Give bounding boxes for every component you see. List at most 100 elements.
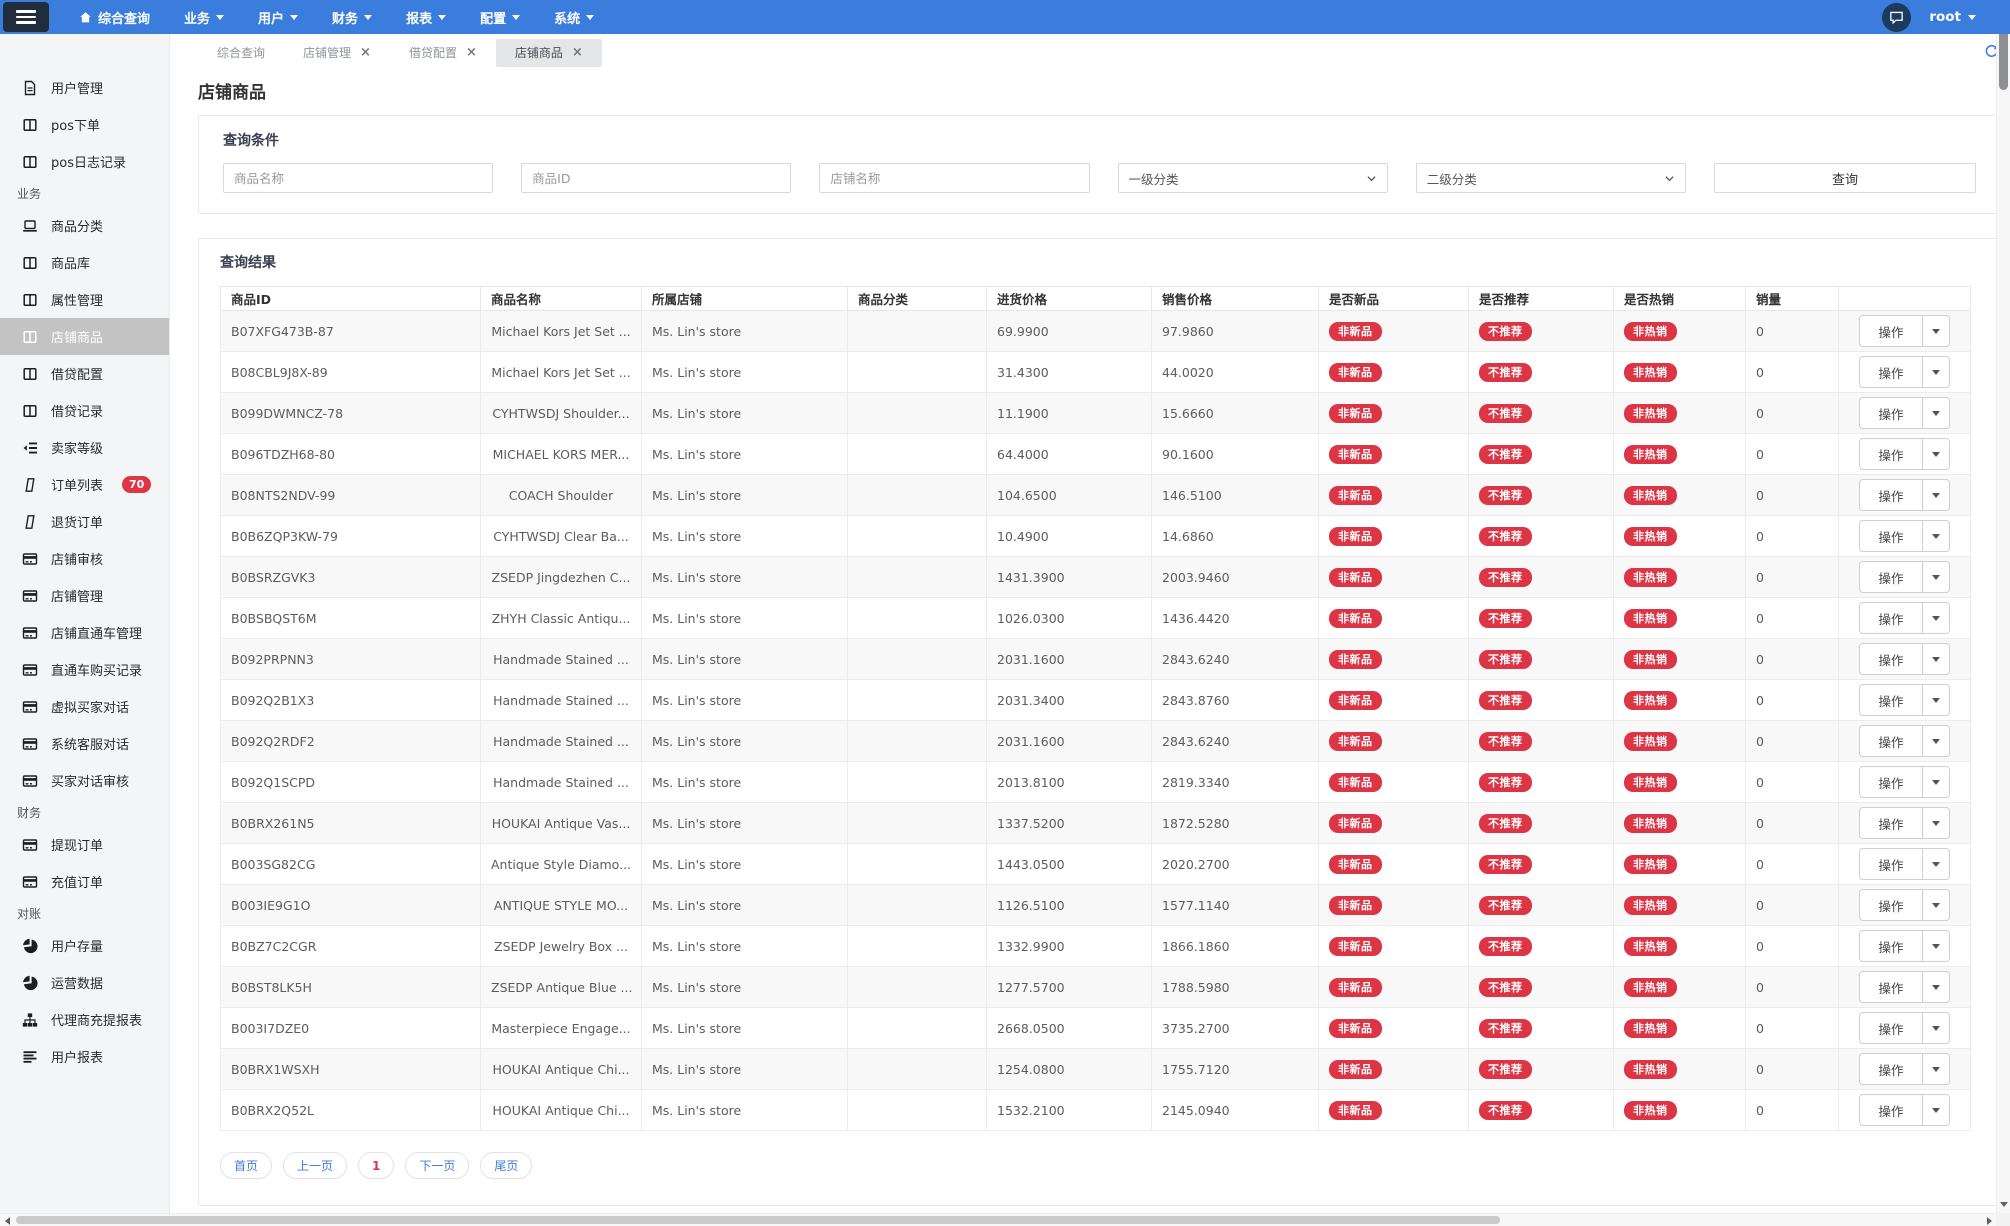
action-dropdown-toggle[interactable] <box>1922 316 1949 346</box>
action-split-button[interactable]: 操作 <box>1859 520 1950 552</box>
sidebar-item-代理商充提报表[interactable]: 代理商充提报表 <box>0 1001 169 1038</box>
sidebar-item-系统客服对话[interactable]: 系统客服对话 <box>0 725 169 762</box>
action-split-button[interactable]: 操作 <box>1859 356 1950 388</box>
action-dropdown-toggle[interactable] <box>1922 1013 1949 1043</box>
action-button-label[interactable]: 操作 <box>1860 890 1922 920</box>
close-icon[interactable]: × <box>466 46 477 59</box>
action-split-button[interactable]: 操作 <box>1859 643 1950 675</box>
action-split-button[interactable]: 操作 <box>1859 684 1950 716</box>
action-button-label[interactable]: 操作 <box>1860 316 1922 346</box>
action-button-label[interactable]: 操作 <box>1860 685 1922 715</box>
horizontal-scrollbar[interactable] <box>0 1213 1996 1226</box>
sidebar-item-提现订单[interactable]: 提现订单 <box>0 826 169 863</box>
action-split-button[interactable]: 操作 <box>1859 807 1950 839</box>
action-button-label[interactable]: 操作 <box>1860 931 1922 961</box>
nav-menu-item[interactable]: 业务 <box>184 8 224 27</box>
action-button-label[interactable]: 操作 <box>1860 726 1922 756</box>
nav-menu-item[interactable]: 综合查询 <box>79 8 150 27</box>
action-button-label[interactable]: 操作 <box>1860 767 1922 797</box>
sidebar-item-充值订单[interactable]: 充值订单 <box>0 863 169 900</box>
action-split-button[interactable]: 操作 <box>1859 602 1950 634</box>
user-menu[interactable]: root <box>1929 9 1976 25</box>
sidebar-item-商品库[interactable]: 商品库 <box>0 244 169 281</box>
action-button-label[interactable]: 操作 <box>1860 1095 1922 1125</box>
sidebar-item-商品分类[interactable]: 商品分类 <box>0 207 169 244</box>
action-dropdown-toggle[interactable] <box>1922 480 1949 510</box>
action-button-label[interactable]: 操作 <box>1860 521 1922 551</box>
action-split-button[interactable]: 操作 <box>1859 561 1950 593</box>
nav-menu-item[interactable]: 配置 <box>480 8 520 27</box>
action-dropdown-toggle[interactable] <box>1922 398 1949 428</box>
action-button-label[interactable]: 操作 <box>1860 1013 1922 1043</box>
action-button-label[interactable]: 操作 <box>1860 357 1922 387</box>
sidebar-item-订单列表[interactable]: 订单列表70 <box>0 466 169 503</box>
action-split-button[interactable]: 操作 <box>1859 315 1950 347</box>
action-dropdown-toggle[interactable] <box>1922 439 1949 469</box>
action-button-label[interactable]: 操作 <box>1860 439 1922 469</box>
action-button-label[interactable]: 操作 <box>1860 603 1922 633</box>
action-button-label[interactable]: 操作 <box>1860 644 1922 674</box>
tab-借贷配置[interactable]: 借贷配置× <box>390 39 496 67</box>
sidebar-item-属性管理[interactable]: 属性管理 <box>0 281 169 318</box>
page-button-上一页[interactable]: 上一页 <box>283 1152 347 1179</box>
action-split-button[interactable]: 操作 <box>1859 1053 1950 1085</box>
sidebar-item-pos下单[interactable]: pos下单 <box>0 106 169 143</box>
sidebar-item-店铺直通车管理[interactable]: 店铺直通车管理 <box>0 614 169 651</box>
nav-menu-item[interactable]: 财务 <box>332 8 372 27</box>
product-name-input[interactable] <box>223 163 493 193</box>
tab-店铺商品[interactable]: 店铺商品× <box>496 39 602 67</box>
sidebar-item-用户存量[interactable]: 用户存量 <box>0 927 169 964</box>
sidebar-item-虚拟买家对话[interactable]: 虚拟买家对话 <box>0 688 169 725</box>
action-dropdown-toggle[interactable] <box>1922 644 1949 674</box>
action-dropdown-toggle[interactable] <box>1922 603 1949 633</box>
action-dropdown-toggle[interactable] <box>1922 808 1949 838</box>
page-button-1[interactable]: 1 <box>358 1152 394 1179</box>
action-split-button[interactable]: 操作 <box>1859 725 1950 757</box>
nav-menu-item[interactable]: 系统 <box>554 8 594 27</box>
action-dropdown-toggle[interactable] <box>1922 685 1949 715</box>
action-dropdown-toggle[interactable] <box>1922 890 1949 920</box>
sidebar-item-店铺审核[interactable]: 店铺审核 <box>0 540 169 577</box>
sidebar-item-直通车购买记录[interactable]: 直通车购买记录 <box>0 651 169 688</box>
nav-menu-item[interactable]: 用户 <box>258 8 298 27</box>
sidebar-item-退货订单[interactable]: 退货订单 <box>0 503 169 540</box>
close-icon[interactable]: × <box>360 46 371 59</box>
action-dropdown-toggle[interactable] <box>1922 972 1949 1002</box>
action-button-label[interactable]: 操作 <box>1860 1054 1922 1084</box>
action-dropdown-toggle[interactable] <box>1922 931 1949 961</box>
sidebar-item-用户管理[interactable]: 用户管理 <box>0 69 169 106</box>
action-split-button[interactable]: 操作 <box>1859 1012 1950 1044</box>
sidebar-item-卖家等级[interactable]: 卖家等级 <box>0 429 169 466</box>
action-button-label[interactable]: 操作 <box>1860 480 1922 510</box>
scroll-right-arrow-icon[interactable] <box>1982 1214 1996 1226</box>
scroll-left-arrow-icon[interactable] <box>0 1214 14 1226</box>
level2-category-select[interactable]: 二级分类 <box>1416 163 1686 193</box>
page-button-尾页[interactable]: 尾页 <box>480 1152 532 1179</box>
action-split-button[interactable]: 操作 <box>1859 889 1950 921</box>
action-split-button[interactable]: 操作 <box>1859 479 1950 511</box>
search-button[interactable]: 查询 <box>1714 163 1976 193</box>
action-button-label[interactable]: 操作 <box>1860 972 1922 1002</box>
action-split-button[interactable]: 操作 <box>1859 971 1950 1003</box>
action-split-button[interactable]: 操作 <box>1859 1094 1950 1126</box>
tab-综合查询[interactable]: 综合查询 <box>198 39 284 67</box>
action-dropdown-toggle[interactable] <box>1922 1054 1949 1084</box>
sidebar-item-pos日志记录[interactable]: pos日志记录 <box>0 143 169 180</box>
sidebar-item-店铺商品[interactable]: 店铺商品 <box>0 318 169 355</box>
action-dropdown-toggle[interactable] <box>1922 357 1949 387</box>
page-button-首页[interactable]: 首页 <box>220 1152 272 1179</box>
action-button-label[interactable]: 操作 <box>1860 849 1922 879</box>
sidebar-item-借贷配置[interactable]: 借贷配置 <box>0 355 169 392</box>
action-dropdown-toggle[interactable] <box>1922 562 1949 592</box>
vertical-scrollbar[interactable] <box>1996 0 2010 1213</box>
action-split-button[interactable]: 操作 <box>1859 930 1950 962</box>
action-split-button[interactable]: 操作 <box>1859 848 1950 880</box>
horizontal-scrollbar-thumb[interactable] <box>16 1216 1500 1224</box>
action-dropdown-toggle[interactable] <box>1922 1095 1949 1125</box>
sidebar-item-买家对话审核[interactable]: 买家对话审核 <box>0 762 169 799</box>
sidebar-item-借贷记录[interactable]: 借贷记录 <box>0 392 169 429</box>
level1-category-select[interactable]: 一级分类 <box>1118 163 1388 193</box>
store-name-input[interactable] <box>819 163 1089 193</box>
scroll-down-arrow-icon[interactable] <box>1997 1197 2010 1211</box>
action-button-label[interactable]: 操作 <box>1860 398 1922 428</box>
